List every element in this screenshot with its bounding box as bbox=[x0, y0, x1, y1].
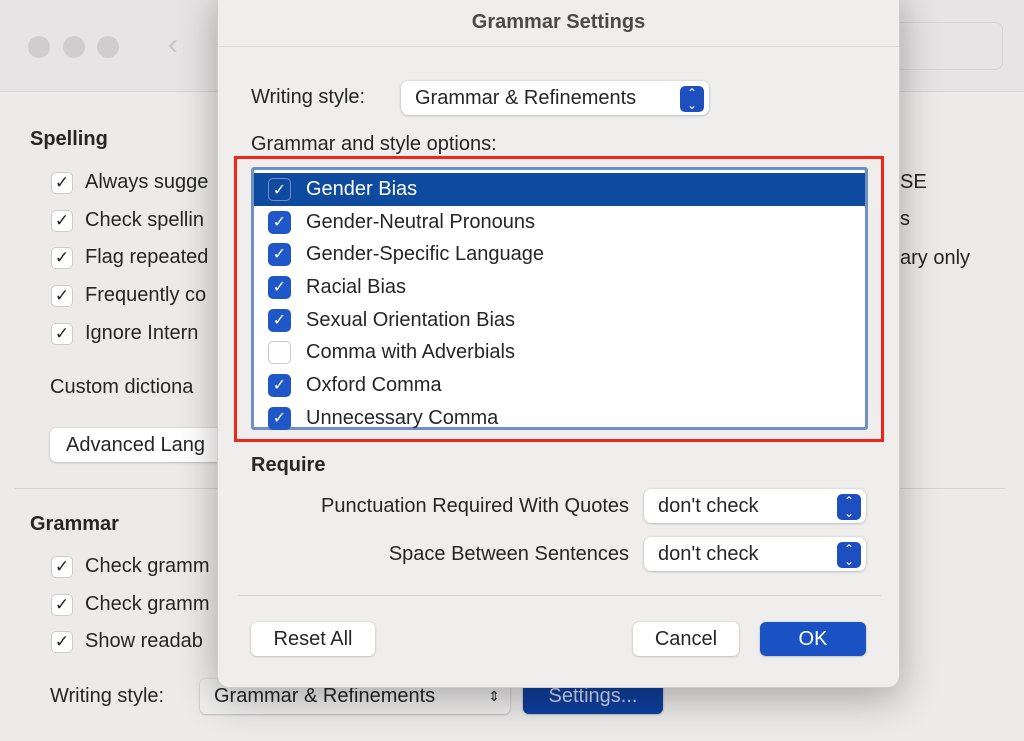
option-row[interactable]: ✓ Racial Bias bbox=[254, 271, 865, 304]
checkbox[interactable]: ✓ bbox=[51, 209, 73, 232]
checkbox[interactable]: ✓ bbox=[51, 322, 73, 345]
right-fragment: SE bbox=[900, 171, 927, 193]
checkbox-label: Check gramm bbox=[85, 555, 210, 577]
option-row[interactable]: ✓ Oxford Comma bbox=[254, 369, 865, 402]
minimize-window-button[interactable] bbox=[63, 36, 85, 58]
grammar-header: Grammar bbox=[30, 513, 119, 535]
checkmark-icon[interactable]: ✓ bbox=[268, 178, 291, 201]
checkbox-label: Check gramm bbox=[85, 592, 210, 615]
custom-dictionaries-label: Custom dictiona bbox=[50, 376, 194, 398]
checkbox[interactable]: ✓ bbox=[51, 172, 73, 194]
space-label: Space Between Sentences bbox=[388, 543, 629, 565]
spelling-header: Spelling bbox=[30, 128, 108, 150]
updown-icon: ⌃ ⌄ bbox=[837, 494, 861, 520]
checkbox-label: Ignore Intern bbox=[85, 321, 199, 344]
option-row[interactable]: ✓ Sexual Orientation Bias bbox=[254, 304, 865, 337]
checkbox[interactable]: ✓ bbox=[51, 285, 73, 308]
writing-style-value: Grammar & Refinements bbox=[214, 685, 436, 707]
right-fragment: s bbox=[900, 208, 910, 230]
options-label: Grammar and style options: bbox=[251, 133, 497, 155]
checkbox-label: Check spellin bbox=[85, 208, 204, 231]
option-label: Gender-Neutral Pronouns bbox=[306, 210, 536, 233]
checkbox[interactable]: ✓ bbox=[51, 593, 73, 616]
options-list[interactable]: ✓ Gender Bias ✓ Gender-Neutral Pronouns … bbox=[251, 167, 868, 430]
right-fragment: ary only bbox=[900, 247, 971, 269]
writing-style-value: Grammar & Refinements bbox=[415, 87, 637, 109]
checkbox-label: Frequently co bbox=[85, 284, 207, 307]
checkbox[interactable]: ✓ bbox=[51, 247, 73, 270]
checkbox[interactable]: ✓ bbox=[51, 631, 73, 653]
option-label: Gender-Specific Language bbox=[306, 243, 544, 266]
zoom-window-button[interactable] bbox=[97, 36, 119, 58]
back-chevron-icon[interactable]: ‹ bbox=[168, 28, 178, 62]
grammar-settings-dialog: Grammar Settings Writing style: Grammar … bbox=[217, 0, 900, 688]
updown-icon: ⌃ ⌄ bbox=[837, 542, 861, 568]
checkbox-label: Always sugge bbox=[85, 171, 209, 193]
cancel-button[interactable]: Cancel bbox=[633, 622, 739, 656]
checkbox-label: Flag repeated bbox=[85, 246, 209, 269]
checkmark-icon[interactable]: ✓ bbox=[268, 210, 291, 234]
option-row[interactable]: ✓ Unnecessary Comma bbox=[254, 402, 865, 435]
writing-style-label: Writing style: bbox=[50, 685, 165, 707]
option-row[interactable]: ✓ Gender-Specific Language bbox=[254, 238, 865, 271]
checkmark-icon[interactable]: ✓ bbox=[268, 243, 291, 267]
checkmark-icon[interactable]: ✓ bbox=[268, 406, 291, 430]
punctuation-select[interactable]: don't check ⌃ ⌄ bbox=[644, 489, 866, 523]
space-select[interactable]: don't check ⌃ ⌄ bbox=[644, 537, 866, 571]
divider bbox=[238, 595, 881, 596]
writing-style-label: Writing style: bbox=[251, 86, 366, 108]
reset-all-button[interactable]: Reset All bbox=[251, 622, 375, 656]
ok-button[interactable]: OK bbox=[760, 622, 866, 656]
option-row[interactable]: ✓ Gender-Neutral Pronouns bbox=[254, 206, 865, 239]
option-label: Oxford Comma bbox=[306, 374, 442, 397]
checkbox[interactable]: ✓ bbox=[51, 556, 73, 578]
close-window-button[interactable] bbox=[28, 36, 50, 58]
option-row[interactable]: Comma with Adverbials bbox=[254, 336, 865, 369]
checkmark-icon[interactable]: ✓ bbox=[268, 276, 291, 300]
checkmark-icon[interactable]: ✓ bbox=[268, 374, 291, 398]
writing-style-select[interactable]: Grammar & Refinements ⌃ ⌄ bbox=[401, 81, 709, 115]
require-header: Require bbox=[251, 454, 326, 476]
space-value: don't check bbox=[658, 543, 759, 565]
option-label: Unnecessary Comma bbox=[306, 406, 499, 429]
punctuation-value: don't check bbox=[658, 495, 759, 517]
dialog-title: Grammar Settings bbox=[218, 1, 899, 47]
checkbox-label: Show readab bbox=[85, 630, 203, 652]
option-label: Gender Bias bbox=[306, 178, 418, 200]
option-label: Sexual Orientation Bias bbox=[306, 308, 516, 331]
option-label: Comma with Adverbials bbox=[306, 341, 515, 364]
checkmark-icon[interactable]: ✓ bbox=[268, 308, 291, 332]
option-row[interactable]: ✓ Gender Bias bbox=[254, 173, 865, 206]
checkbox[interactable] bbox=[268, 341, 291, 365]
punctuation-label: Punctuation Required With Quotes bbox=[321, 495, 629, 517]
option-label: Racial Bias bbox=[306, 276, 407, 299]
updown-icon: ⌃ ⌄ bbox=[680, 86, 704, 112]
